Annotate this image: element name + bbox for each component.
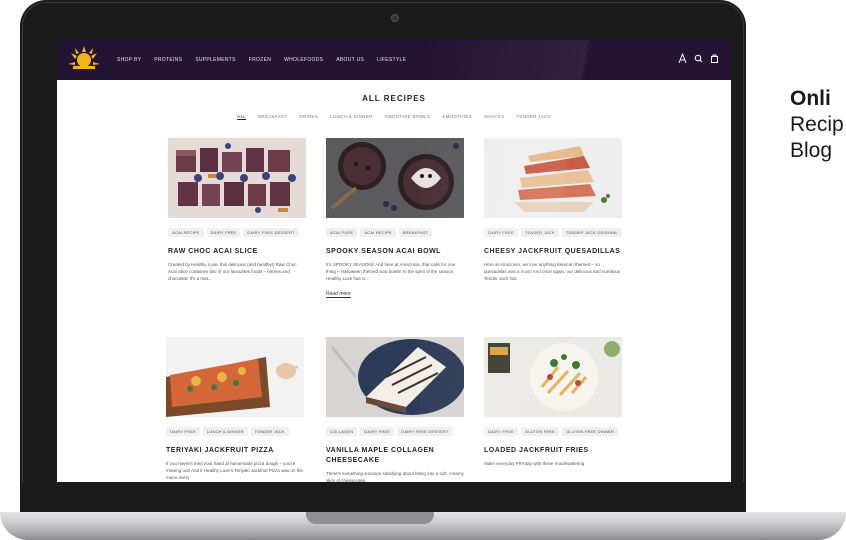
- laptop-chin: [20, 482, 746, 512]
- nav-link-shop-by[interactable]: SHOP BY: [117, 57, 141, 63]
- filter-smoothie-bowls[interactable]: SMOOTHIE BOWLS: [385, 114, 431, 119]
- filter-snacks[interactable]: SNACKS: [484, 114, 504, 119]
- tag[interactable]: GLUTEN FREE DINNER: [562, 427, 619, 436]
- recipe-card[interactable]: ACAI RECIPE DAIRY FREE DAIRY FREE DESSER…: [168, 138, 306, 282]
- tag[interactable]: TENDER JACK: [250, 427, 289, 436]
- search-icon[interactable]: [694, 53, 703, 64]
- tag[interactable]: DAIRY FREE: [484, 427, 518, 436]
- filter-drinks[interactable]: DRINKS: [299, 114, 318, 119]
- cart-icon[interactable]: [710, 53, 719, 64]
- camera-icon: [391, 14, 399, 22]
- nav-link-frozen[interactable]: FROZEN: [249, 57, 271, 63]
- recipe-description: It's SPOOKY SEASON!! And here at Amazoni…: [326, 262, 456, 281]
- site-navbar: SHOP BY PROTEINS SUPPLEMENTS FROZEN WHOL…: [57, 40, 731, 80]
- side-caption-line: Blog: [790, 139, 833, 162]
- category-filters: ALL BREAKFAST DRINKS LUNCH & DINNER SMOO…: [57, 114, 731, 119]
- tag[interactable]: ACAI PURE: [326, 228, 358, 237]
- browser-screen: SHOP BY PROTEINS SUPPLEMENTS FROZEN WHOL…: [57, 40, 731, 482]
- tag[interactable]: DAIRY FREE: [484, 228, 518, 237]
- nav-links: SHOP BY PROTEINS SUPPLEMENTS FROZEN WHOL…: [117, 40, 419, 80]
- nav-link-about-us[interactable]: ABOUT US: [336, 57, 364, 63]
- recipe-title[interactable]: RAW CHOC ACAI SLICE: [168, 247, 306, 257]
- tag[interactable]: COLLAGEN: [326, 427, 358, 436]
- recipe-card[interactable]: COLLAGEN DAIRY FREE DAIRY FREE DESSERT V…: [326, 337, 464, 482]
- recipe-card[interactable]: DAIRY FREE GLUTEN FREE GLUTEN FREE DINNE…: [484, 337, 622, 467]
- recipe-tags: ACAI RECIPE DAIRY FREE DAIRY FREE DESSER…: [168, 228, 306, 237]
- recipe-title[interactable]: TERIYAKI JACKFRUIT PIZZA: [166, 446, 304, 456]
- recipe-title[interactable]: LOADED JACKFRUIT FRIES: [484, 446, 622, 456]
- nav-link-lifestyle[interactable]: LIFESTYLE: [377, 57, 406, 63]
- tag[interactable]: DAIRY FREE DESSERT: [243, 228, 299, 237]
- read-more-link[interactable]: Read more: [326, 291, 351, 298]
- recipe-description: If you haven't tried your hand at homema…: [166, 461, 303, 480]
- recipe-description: Created by Healthy Luxe, this delicious …: [168, 262, 297, 281]
- tag[interactable]: DAIRY FREE: [206, 228, 241, 237]
- recipe-title[interactable]: VANILLA MAPLE COLLAGEN CHEESECAKE: [326, 446, 464, 466]
- recipe-tags: DAIRY FREE LUNCH & DINNER TENDER JACK: [166, 427, 304, 436]
- recipe-image[interactable]: [168, 138, 306, 218]
- account-icon[interactable]: [678, 53, 687, 64]
- page-title: ALL RECIPES: [362, 94, 426, 103]
- recipe-card[interactable]: DAIRY FREE TENDER JACK TENDER JACK ORIGI…: [484, 138, 622, 282]
- tag[interactable]: GLUTEN FREE: [520, 427, 560, 436]
- laptop-notch: [306, 512, 434, 524]
- tag[interactable]: ACAI RECIPE: [360, 228, 396, 237]
- recipe-description: Here at Amazonia, we love anything Mexic…: [484, 262, 621, 281]
- nav-link-proteins[interactable]: PROTEINS: [154, 57, 182, 63]
- side-caption-line: Recip: [790, 113, 844, 136]
- tag[interactable]: DAIRY FREE: [360, 427, 395, 436]
- recipe-tags: DAIRY FREE TENDER JACK TENDER JACK ORIGI…: [484, 228, 622, 237]
- recipe-image[interactable]: [326, 337, 464, 417]
- laptop-frame: SHOP BY PROTEINS SUPPLEMENTS FROZEN WHOL…: [20, 0, 746, 512]
- filter-all[interactable]: ALL: [237, 114, 246, 119]
- filter-smoothies[interactable]: SMOOTHIES: [442, 114, 472, 119]
- recipe-card[interactable]: DAIRY FREE LUNCH & DINNER TENDER JACK TE…: [166, 337, 304, 481]
- tag[interactable]: ACAI RECIPE: [168, 228, 204, 237]
- tag[interactable]: BREAKFAST: [398, 228, 433, 237]
- recipe-title[interactable]: SPOOKY SEASON ACAI BOWL: [326, 247, 464, 257]
- tag[interactable]: DAIRY FREE: [166, 427, 200, 436]
- side-caption-title: Onli: [790, 87, 831, 110]
- filter-breakfast[interactable]: BREAKFAST: [258, 114, 287, 119]
- recipe-card[interactable]: ACAI PURE ACAI RECIPE BREAKFAST SPOOKY S…: [326, 138, 464, 300]
- tag[interactable]: LUNCH & DINNER: [202, 427, 248, 436]
- side-caption: Onli Recip Blog: [790, 86, 844, 164]
- filter-lunch-dinner[interactable]: LUNCH & DINNER: [330, 114, 372, 119]
- recipe-description: There's something soooooo satisfying abo…: [326, 471, 464, 482]
- sun-logo-icon[interactable]: [67, 44, 101, 74]
- nav-link-supplements[interactable]: SUPPLEMENTS: [195, 57, 236, 63]
- recipe-title[interactable]: CHEESY JACKFRUIT QUESADILLAS: [484, 247, 622, 257]
- nav-link-wholefoods[interactable]: WHOLEFOODS: [284, 57, 323, 63]
- recipe-tags: COLLAGEN DAIRY FREE DAIRY FREE DESSERT: [326, 427, 464, 436]
- recipe-image[interactable]: [484, 138, 622, 218]
- recipe-image[interactable]: [166, 337, 304, 417]
- recipe-image[interactable]: [326, 138, 464, 218]
- recipe-image[interactable]: [484, 337, 622, 417]
- recipe-tags: ACAI PURE ACAI RECIPE BREAKFAST: [326, 228, 464, 237]
- recipe-description: Make everyday FRYday with these mouthwat…: [484, 461, 585, 466]
- tag[interactable]: TENDER JACK ORIGINAL: [561, 228, 622, 237]
- filter-tender-jack[interactable]: TENDER JACK: [516, 114, 551, 119]
- nav-icons: [678, 53, 719, 64]
- tag[interactable]: DAIRY FREE DESSERT: [397, 427, 453, 436]
- tag[interactable]: TENDER JACK: [520, 228, 559, 237]
- recipe-tags: DAIRY FREE GLUTEN FREE GLUTEN FREE DINNE…: [484, 427, 622, 436]
